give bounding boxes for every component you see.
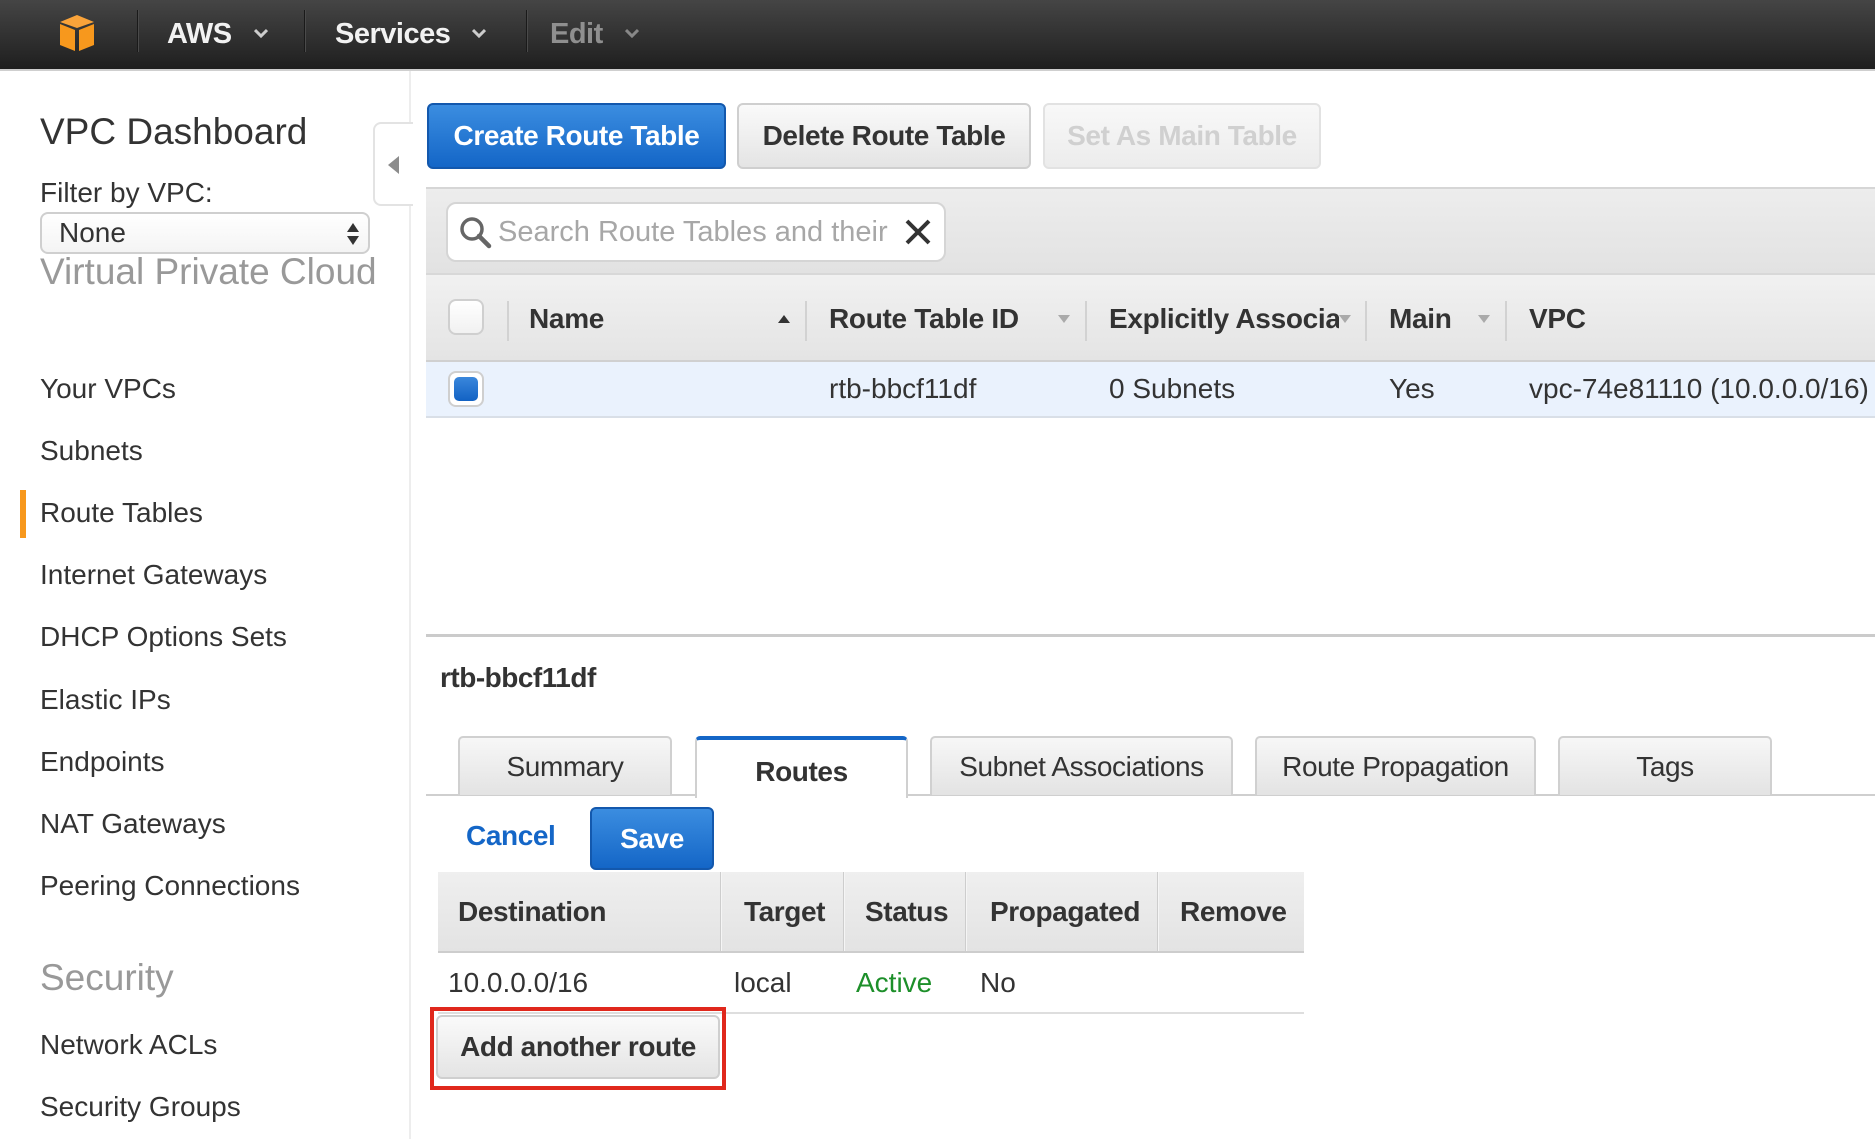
column-header-name[interactable]: Name <box>529 275 779 362</box>
sort-icon[interactable] <box>1478 315 1490 323</box>
filter-by-vpc-label: Filter by VPC: <box>40 177 213 208</box>
sidebar-item-elastic-ips[interactable]: Elastic IPs <box>40 684 171 716</box>
section-heading-security: Security <box>40 957 174 998</box>
sidebar-item-security-groups[interactable]: Security Groups <box>40 1091 241 1123</box>
nav-separator <box>304 10 306 52</box>
edit-menu[interactable]: Edit <box>550 0 639 69</box>
route-tables-header: Name Route Table ID Explicitly Associat … <box>426 273 1875 362</box>
tab-subnet-associations[interactable]: Subnet Associations <box>930 736 1233 795</box>
edit-menu-label: Edit <box>550 18 603 50</box>
save-button[interactable]: Save <box>590 807 714 870</box>
caret-left-icon <box>388 156 399 174</box>
column-header-status: Status <box>865 895 949 927</box>
nav-separator <box>137 10 139 52</box>
search-input[interactable] <box>498 215 898 249</box>
cell-vpc: vpc-74e81110 (10.0.0.0/16) | C <box>1529 373 1875 404</box>
column-separator <box>1085 301 1087 341</box>
highlight-annotation <box>430 1007 726 1090</box>
column-header-explicitly-associated-label: Explicitly Associat <box>1109 302 1339 334</box>
section-heading-vpc: Virtual Private Cloud <box>40 251 377 292</box>
clear-search-icon[interactable] <box>904 218 932 246</box>
tab-summary[interactable]: Summary <box>458 736 672 795</box>
sidebar-item-nat-gateways[interactable]: NAT Gateways <box>40 808 226 840</box>
panel-resize-divider[interactable] <box>426 634 1875 637</box>
top-navigation-bar: AWS Services Edit <box>0 0 1875 71</box>
detail-title: rtb-bbcf11df <box>440 662 596 693</box>
routes-table-header: Destination Target Status Propagated Rem… <box>438 872 1304 953</box>
column-separator <box>1365 301 1367 341</box>
sidebar-item-network-acls[interactable]: Network ACLs <box>40 1029 217 1061</box>
delete-route-table-button[interactable]: Delete Route Table <box>737 103 1031 169</box>
sidebar-item-route-tables[interactable]: Route Tables <box>40 497 203 529</box>
sidebar-item-dhcp-options-sets[interactable]: DHCP Options Sets <box>40 621 287 653</box>
column-header-vpc-label: VPC <box>1529 302 1586 334</box>
column-header-route-table-id[interactable]: Route Table ID <box>829 275 1069 362</box>
aws-menu[interactable]: AWS <box>167 0 268 69</box>
services-menu[interactable]: Services <box>335 0 487 69</box>
column-separator <box>843 872 845 951</box>
services-menu-label: Services <box>335 18 451 50</box>
search-field[interactable] <box>446 202 946 262</box>
chevron-down-icon <box>472 28 487 38</box>
sort-ascending-icon[interactable] <box>778 315 790 323</box>
column-header-route-table-id-label: Route Table ID <box>829 302 1019 334</box>
column-header-explicitly-associated[interactable]: Explicitly Associat <box>1109 275 1339 362</box>
column-separator <box>1157 872 1159 951</box>
sidebar-item-endpoints[interactable]: Endpoints <box>40 746 165 778</box>
active-indicator <box>20 490 26 538</box>
cell-target: local <box>734 966 792 998</box>
collapse-sidebar-button[interactable] <box>373 122 413 206</box>
sidebar-item-subnets[interactable]: Subnets <box>40 435 143 467</box>
table-row[interactable]: rtb-bbcf11df 0 Subnets Yes vpc-74e81110 … <box>426 362 1875 418</box>
column-separator <box>507 301 509 341</box>
column-header-main-label: Main <box>1389 302 1452 334</box>
sidebar-item-peering-connections[interactable]: Peering Connections <box>40 870 300 902</box>
column-separator <box>720 872 722 951</box>
chevron-down-icon <box>624 28 639 38</box>
cell-destination: 10.0.0.0/16 <box>448 966 589 998</box>
create-route-table-button[interactable]: Create Route Table <box>427 103 726 169</box>
sort-icon[interactable] <box>1058 315 1070 323</box>
tab-routes[interactable]: Routes <box>695 736 908 798</box>
tab-tags[interactable]: Tags <box>1558 736 1772 795</box>
sidebar: VPC Dashboard Filter by VPC: None Virtua… <box>0 71 411 1139</box>
chevron-down-icon <box>253 28 268 38</box>
sort-icon[interactable] <box>1339 315 1351 323</box>
aws-cube-icon[interactable] <box>57 13 97 53</box>
column-header-main[interactable]: Main <box>1389 275 1489 362</box>
cell-explicitly-associated: 0 Subnets <box>1109 373 1236 404</box>
sidebar-title[interactable]: VPC Dashboard <box>40 111 307 153</box>
nav-separator <box>526 10 528 52</box>
sidebar-item-internet-gateways[interactable]: Internet Gateways <box>40 559 267 591</box>
cell-main: Yes <box>1389 373 1435 404</box>
search-icon <box>460 217 492 249</box>
cell-route-table-id: rtb-bbcf11df <box>829 373 977 404</box>
column-header-name-label: Name <box>529 302 605 334</box>
column-separator <box>1505 301 1507 341</box>
cancel-button[interactable]: Cancel <box>466 820 556 852</box>
select-arrows-icon <box>347 223 359 245</box>
sidebar-item-your-vpcs[interactable]: Your VPCs <box>40 373 176 405</box>
column-header-destination: Destination <box>458 895 607 927</box>
row-checkbox[interactable] <box>448 371 484 407</box>
cell-status: Active <box>856 966 933 998</box>
column-header-propagated: Propagated <box>990 895 1141 927</box>
column-header-target: Target <box>744 895 826 927</box>
set-as-main-table-button[interactable]: Set As Main Table <box>1043 103 1321 169</box>
tab-route-propagation[interactable]: Route Propagation <box>1255 736 1536 795</box>
search-bar <box>426 187 1875 273</box>
filter-by-vpc-select[interactable]: None <box>40 212 370 254</box>
aws-menu-label: AWS <box>167 18 232 50</box>
column-separator <box>965 872 967 951</box>
column-separator <box>805 301 807 341</box>
select-all-checkbox[interactable] <box>448 299 484 335</box>
filter-by-vpc-value: None <box>59 217 126 248</box>
column-header-vpc[interactable]: VPC <box>1529 275 1729 362</box>
column-header-remove: Remove <box>1180 895 1287 927</box>
cell-propagated: No <box>980 966 1016 998</box>
route-row: 10.0.0.0/16 local Active No <box>438 953 1304 1014</box>
